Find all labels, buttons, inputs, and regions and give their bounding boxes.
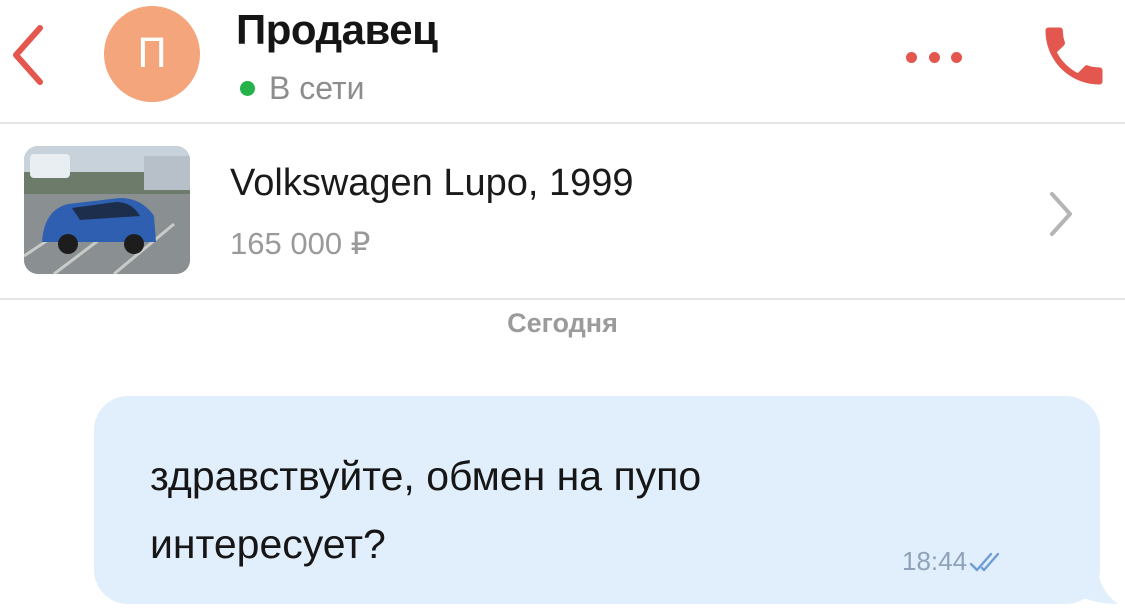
car-photo-image [24,146,190,274]
call-button[interactable] [1036,18,1112,94]
back-chevron-icon [13,25,43,85]
avatar-letter: П [136,31,168,77]
message-text: здравствуйте, обмен на пупо интересует? [150,442,910,578]
date-separator: Сегодня [507,308,618,338]
avatar[interactable]: П [104,6,200,102]
double-check-icon [969,552,1000,571]
message-line: интересует? [150,521,386,567]
more-dots-icon [906,51,917,63]
message-meta: 18:44 [902,546,1003,577]
seller-name: Продавец [236,6,438,53]
online-dot-icon [240,81,255,96]
back-button[interactable] [6,22,52,88]
chat-header: П Продавец В сети [0,0,1125,122]
online-status: В сети [240,70,365,107]
car-thumbnail[interactable] [24,146,190,274]
listing-price: 165 000 ₽ [230,226,371,261]
chevron-right-icon [1050,192,1072,236]
phone-icon [1045,27,1103,85]
message-line: здравствуйте, обмен на пупо [150,453,702,499]
more-options-button[interactable] [906,42,962,72]
listing-card[interactable]: Volkswagen Lupo, 1999 165 000 ₽ [0,124,1125,298]
status-text: В сети [269,70,365,106]
message-time: 18:44 [902,546,968,576]
listing-divider [0,298,1125,300]
listing-title: Volkswagen Lupo, 1999 [230,162,634,204]
